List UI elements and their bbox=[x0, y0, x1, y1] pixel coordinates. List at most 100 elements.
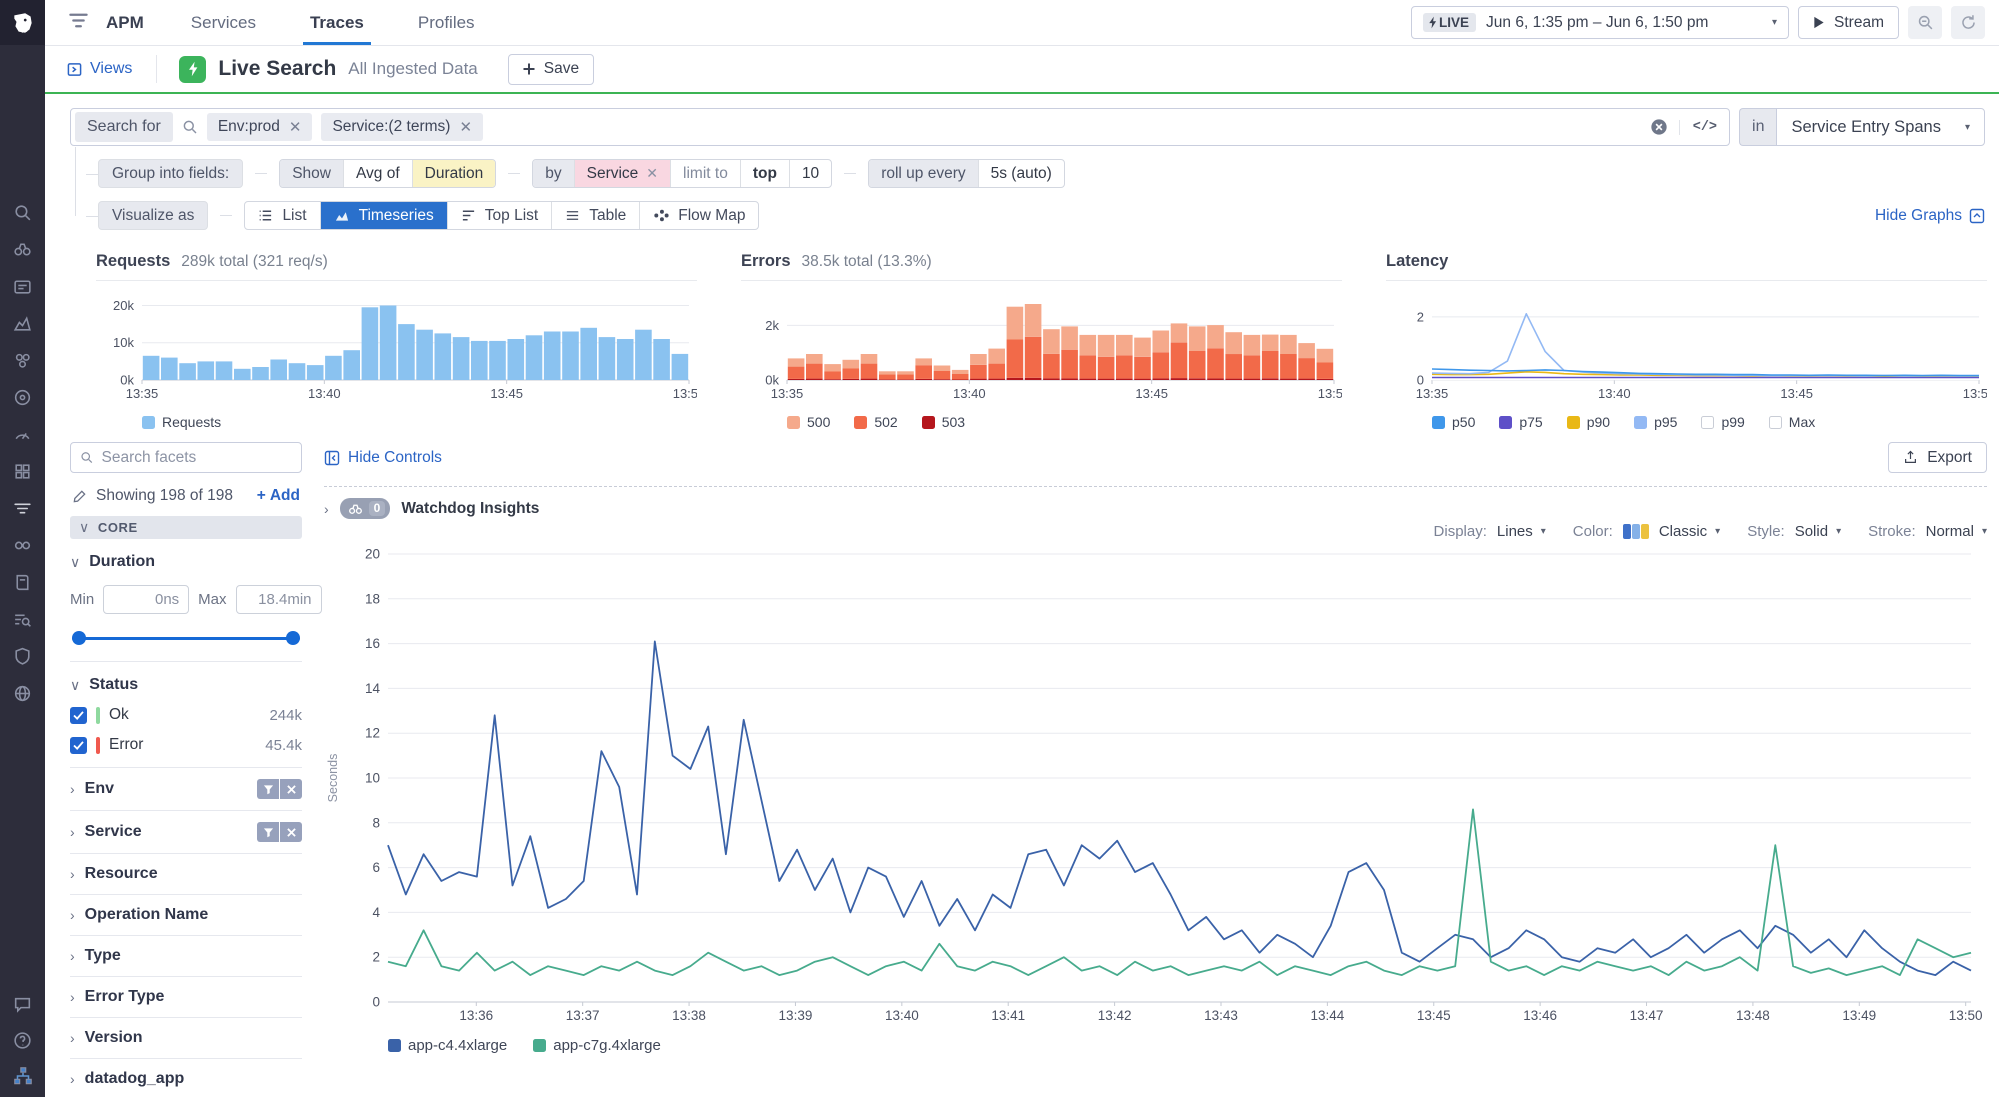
legend-item[interactable]: 503 bbox=[922, 414, 965, 430]
search-token[interactable]: Service:(2 terms)✕ bbox=[321, 113, 483, 141]
main-timeseries-plot[interactable]: 0246810121416182013:3613:3713:3813:3913:… bbox=[324, 540, 1987, 1032]
latency-plot[interactable]: 0213:3513:4013:4513:50 bbox=[1386, 286, 1987, 406]
facet-remove-button[interactable] bbox=[280, 822, 302, 842]
facet-filter-button[interactable] bbox=[257, 779, 279, 799]
legend-item[interactable]: p90 bbox=[1567, 414, 1610, 430]
zoom-out-button[interactable] bbox=[1908, 6, 1942, 39]
infrastructure-icon[interactable] bbox=[12, 349, 34, 371]
duration-slider[interactable] bbox=[72, 631, 300, 645]
legend-item[interactable]: 502 bbox=[854, 414, 897, 430]
nav-item-apm[interactable]: APM bbox=[90, 0, 164, 45]
top-count-input[interactable]: 10 bbox=[789, 160, 831, 187]
facet-remove-button[interactable] bbox=[280, 779, 302, 799]
remove-icon[interactable]: ✕ bbox=[646, 165, 658, 182]
aggregation-select[interactable]: Avg of bbox=[343, 160, 412, 187]
group-by-token[interactable]: Service✕ bbox=[574, 160, 670, 187]
apm-icon[interactable] bbox=[12, 386, 34, 408]
legend-item[interactable]: p95 bbox=[1634, 414, 1677, 430]
duration-max-input[interactable] bbox=[236, 585, 322, 614]
viz-option-top-list[interactable]: Top List bbox=[447, 202, 551, 229]
processes-icon[interactable] bbox=[12, 1065, 34, 1087]
legend-item[interactable]: 500 bbox=[787, 414, 830, 430]
facet-datadog-app[interactable]: ›datadog_app bbox=[70, 1059, 302, 1097]
facet-type[interactable]: ›Type bbox=[70, 936, 302, 977]
viz-option-list[interactable]: List bbox=[245, 202, 319, 229]
status-option-ok[interactable]: Ok 244k bbox=[70, 706, 302, 724]
chat-icon[interactable] bbox=[12, 993, 34, 1015]
viz-option-timeseries[interactable]: Timeseries bbox=[320, 202, 447, 229]
facet-duration-header[interactable]: ∨ Duration bbox=[70, 553, 302, 571]
control-display[interactable]: Display:Lines▾ bbox=[1434, 523, 1546, 540]
checkbox-checked[interactable] bbox=[70, 737, 87, 754]
code-view-icon[interactable]: </> bbox=[1679, 120, 1717, 135]
legend-item[interactable]: app-c4.4xlarge bbox=[388, 1037, 507, 1054]
facet-env[interactable]: ›Env bbox=[70, 768, 302, 811]
legend-item[interactable]: p99 bbox=[1701, 414, 1744, 430]
legend-item[interactable]: p50 bbox=[1432, 414, 1475, 430]
rollup-value-select[interactable]: 5s (auto) bbox=[978, 160, 1064, 187]
events-icon[interactable] bbox=[12, 275, 34, 297]
nav-item-traces[interactable]: Traces bbox=[283, 0, 391, 45]
security-icon[interactable] bbox=[12, 645, 34, 667]
stream-button[interactable]: Stream bbox=[1798, 6, 1899, 39]
checkbox-checked[interactable] bbox=[70, 707, 87, 724]
hide-controls-button[interactable]: Hide Controls bbox=[324, 449, 442, 467]
requests-plot[interactable]: 0k10k20k13:3513:4013:4513:50 bbox=[96, 286, 697, 406]
facet-status-header[interactable]: ∨ Status bbox=[70, 676, 302, 694]
viz-option-table[interactable]: Table bbox=[551, 202, 639, 229]
facet-error-type[interactable]: ›Error Type bbox=[70, 977, 302, 1018]
time-range-picker[interactable]: LIVE Jun 6, 1:35 pm – Jun 6, 1:50 pm ▾ bbox=[1411, 6, 1789, 39]
save-button[interactable]: Save bbox=[508, 54, 594, 85]
timeseries-chart[interactable]: 0246810121416182013:3613:3713:3813:3913:… bbox=[324, 540, 1987, 1037]
remove-token-icon[interactable]: ✕ bbox=[289, 118, 302, 136]
control-color[interactable]: Color:Classic▾ bbox=[1573, 523, 1720, 540]
legend-item[interactable]: Max bbox=[1769, 414, 1815, 430]
help-icon[interactable] bbox=[12, 1029, 34, 1051]
datadog-logo[interactable] bbox=[0, 0, 45, 45]
export-button[interactable]: Export bbox=[1888, 442, 1987, 473]
facet-search-input[interactable] bbox=[101, 449, 292, 467]
pipelines-icon[interactable] bbox=[12, 608, 34, 630]
network-icon[interactable] bbox=[12, 682, 34, 704]
facet-service[interactable]: ›Service bbox=[70, 811, 302, 854]
control-stroke[interactable]: Stroke:Normal▾ bbox=[1868, 523, 1987, 540]
facet-filter-button[interactable] bbox=[257, 822, 279, 842]
remove-token-icon[interactable]: ✕ bbox=[459, 118, 472, 136]
facet-resource[interactable]: ›Resource bbox=[70, 854, 302, 895]
status-option-error[interactable]: Error 45.4k bbox=[70, 736, 302, 754]
control-style[interactable]: Style:Solid▾ bbox=[1747, 523, 1841, 540]
synthetics-icon[interactable] bbox=[12, 534, 34, 556]
facet-version[interactable]: ›Version bbox=[70, 1018, 302, 1059]
search-token[interactable]: Env:prod✕ bbox=[207, 113, 313, 141]
views-button[interactable]: Views bbox=[67, 55, 157, 83]
viz-option-flow-map[interactable]: Flow Map bbox=[639, 202, 758, 229]
span-scope-select[interactable]: in Service Entry Spans ▾ bbox=[1739, 108, 1985, 146]
duration-min-input[interactable] bbox=[103, 585, 189, 614]
clear-search-icon[interactable] bbox=[1650, 118, 1668, 136]
legend-item[interactable]: Requests bbox=[142, 414, 221, 430]
legend-item[interactable]: app-c7g.4xlarge bbox=[533, 1037, 661, 1054]
dashboards-icon[interactable] bbox=[12, 423, 34, 445]
search-input[interactable]: Search for Env:prod✕Service:(2 terms)✕ <… bbox=[70, 108, 1730, 146]
slider-handle-max[interactable] bbox=[286, 631, 300, 645]
top-select[interactable]: top bbox=[740, 160, 789, 187]
errors-plot[interactable]: 0k2k13:3513:4013:4513:50 bbox=[741, 286, 1342, 406]
add-facet-button[interactable]: +Add bbox=[257, 487, 300, 505]
legend-item[interactable]: p75 bbox=[1499, 414, 1542, 430]
facet-group-core[interactable]: ∨CORE bbox=[70, 516, 302, 539]
refresh-button[interactable] bbox=[1951, 6, 1985, 39]
traces-icon[interactable] bbox=[12, 497, 34, 519]
search-icon[interactable] bbox=[12, 201, 34, 223]
facet-search[interactable] bbox=[70, 442, 302, 473]
watchdog-icon[interactable] bbox=[12, 238, 34, 260]
hide-graphs-button[interactable]: Hide Graphs bbox=[1875, 207, 1985, 225]
measure-select[interactable]: Duration bbox=[412, 160, 496, 187]
logs-icon[interactable] bbox=[12, 571, 34, 593]
watchdog-insights-row[interactable]: › 0 Watchdog Insights bbox=[324, 486, 1987, 519]
nav-item-services[interactable]: Services bbox=[164, 0, 283, 45]
metrics-icon[interactable] bbox=[12, 312, 34, 334]
integrations-icon[interactable] bbox=[12, 460, 34, 482]
slider-handle-min[interactable] bbox=[72, 631, 86, 645]
nav-item-profiles[interactable]: Profiles bbox=[391, 0, 502, 45]
facet-operation-name[interactable]: ›Operation Name bbox=[70, 895, 302, 936]
